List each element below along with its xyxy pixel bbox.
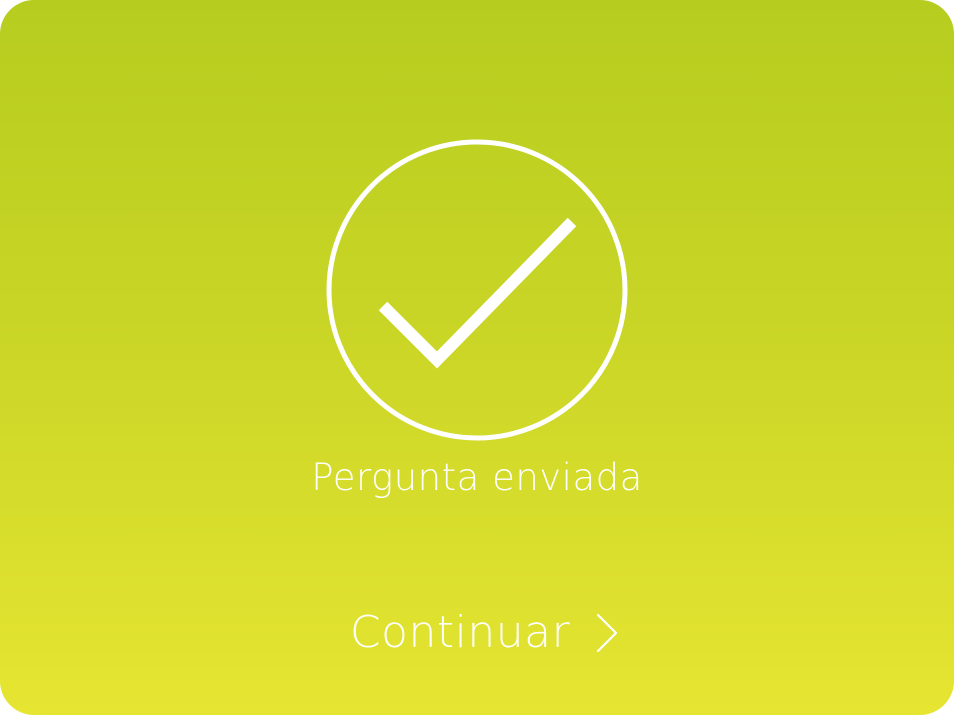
success-card: Pergunta enviada Continuar xyxy=(0,0,954,715)
checkmark-circle-icon xyxy=(325,138,629,442)
continue-label: Continuar xyxy=(349,607,571,658)
chevron-right-icon xyxy=(597,613,618,653)
confirmation-message: Pergunta enviada xyxy=(311,456,643,499)
continue-button[interactable]: Continuar xyxy=(340,600,630,666)
